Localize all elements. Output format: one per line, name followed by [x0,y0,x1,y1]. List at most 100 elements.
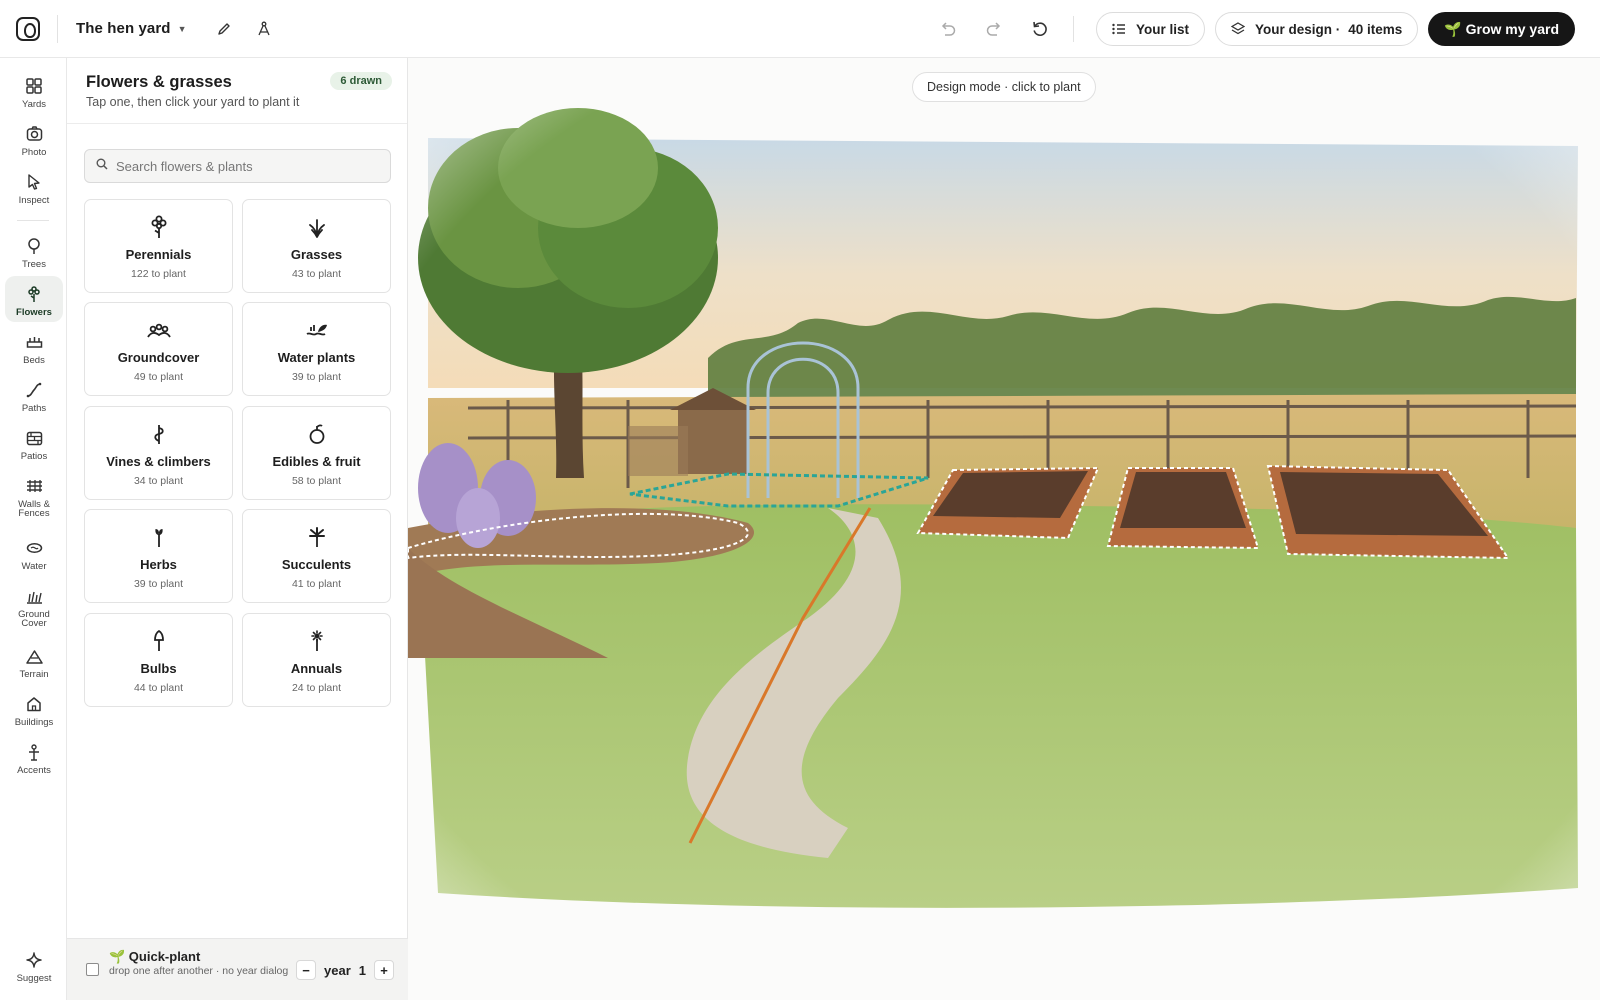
rail-item-inspect[interactable]: Inspect [5,164,63,212]
rail-item-paths[interactable]: Paths [5,372,63,420]
rail-item-walls-fences[interactable]: Walls & Fences [5,468,63,528]
category-count: 122 to plant [131,268,186,280]
category-count: 41 to plant [291,578,342,590]
category-name: Groundcover [117,350,200,365]
rail-item-ground-cover[interactable]: Ground Cover [5,578,63,638]
rail-label: Buildings [14,717,54,728]
search-box[interactable] [84,149,391,183]
terrain-icon [24,646,44,666]
rail-item-patios[interactable]: Patios [5,420,63,468]
flowers-panel: Flowers & grasses Tap one, then click yo… [67,58,408,1000]
category-card-edibles-fruit[interactable]: Edibles & fruit 58 to plant [242,406,391,500]
rail-label: Walls & Fences [18,499,50,519]
list-icon [1112,23,1126,35]
year-value: 1 [358,962,366,978]
perennial-icon [150,215,168,239]
category-count: 39 to plant [291,371,342,383]
quick-plant-checkbox[interactable] [86,963,99,976]
grass-icon [308,215,326,239]
groundcover-icon [24,586,44,606]
year-increment-button[interactable]: + [374,960,394,980]
app-logo-icon[interactable] [16,16,40,41]
rail-label: Inspect [18,195,50,206]
undo-icon[interactable] [931,12,965,46]
rail-item-beds[interactable]: Beds [5,324,63,372]
yard-selector[interactable]: The hen yard ▼ [76,20,186,37]
rail-label: Patios [20,451,48,462]
fruit-icon [308,422,326,446]
rail-item-suggest[interactable]: Suggest [5,942,63,990]
rail-label: Water [21,561,47,572]
category-count: 44 to plant [133,682,184,694]
rail-item-yards[interactable]: Yards [5,68,63,116]
fence-icon [24,476,44,496]
search-input[interactable] [116,158,376,174]
layers-icon [1231,22,1245,36]
rail-item-terrain[interactable]: Terrain [5,638,63,686]
rail-label: Terrain [19,669,49,680]
design-item-count: 40 items [1348,21,1403,37]
your-design-button[interactable]: Your design · 40 items [1215,12,1419,46]
rail-label: Paths [21,403,47,414]
category-card-groundcover[interactable]: Groundcover 49 to plant [84,302,233,396]
quick-plant-subtitle: drop one after another · no year dialog [109,965,289,977]
year-decrement-button[interactable]: − [296,960,317,980]
water-plant-icon [305,318,329,342]
panel-subtitle: Tap one, then click your yard to plant i… [86,95,300,109]
category-name: Annuals [290,661,343,676]
edit-pencil-icon[interactable] [210,15,238,43]
panel-header: Flowers & grasses Tap one, then click yo… [67,58,407,124]
category-name: Perennials [125,247,192,262]
vine-icon [151,422,167,446]
category-card-grasses[interactable]: Grasses 43 to plant [242,199,391,293]
yard-illustration [408,58,1600,1000]
category-name: Water plants [277,350,356,365]
rail-item-photo[interactable]: Photo [5,116,63,164]
category-name: Bulbs [140,661,177,676]
measure-compass-icon[interactable] [250,15,278,43]
flower-icon [24,284,44,304]
category-card-perennials[interactable]: Perennials 122 to plant [84,199,233,293]
category-card-succulents[interactable]: Succulents 41 to plant [242,509,391,603]
camera-icon [24,124,44,144]
rail-label: Photo [21,147,47,158]
rail-label: Flowers [16,307,52,318]
grow-my-yard-button[interactable]: 🌱 Grow my yard [1428,12,1575,46]
category-card-herbs[interactable]: Herbs 39 to plant [84,509,233,603]
rail-item-trees[interactable]: Trees [5,228,63,276]
herb-icon [151,525,167,549]
rail-item-flowers[interactable]: Flowers [5,276,63,322]
rail-label: Ground Cover [18,609,50,629]
year-stepper: − year 1 + [296,960,394,980]
accent-icon [24,742,44,762]
quick-plant-title: 🌱 Quick-plant [109,949,201,964]
category-card-bulbs[interactable]: Bulbs 44 to plant [84,613,233,707]
annual-icon [308,629,326,653]
rail-item-buildings[interactable]: Buildings [5,686,63,734]
grid-icon [24,76,44,96]
groundcover-icon [146,318,171,342]
succulent-icon [308,525,326,549]
redo-icon[interactable] [977,12,1011,46]
drawn-count-badge: 6 drawn [330,72,392,90]
reset-icon[interactable] [1023,12,1057,46]
rail-item-water[interactable]: Water [5,530,63,578]
water-icon [24,538,44,558]
top-bar: The hen yard ▼ Your list Your design · 4… [0,0,1600,58]
rail-item-accents[interactable]: Accents [5,734,63,782]
tree-icon [24,236,44,256]
rail-label: Beds [23,355,45,366]
your-list-button[interactable]: Your list [1095,12,1205,46]
yard-name: The hen yard [76,20,171,37]
category-name: Vines & climbers [106,454,211,469]
category-name: Succulents [281,557,352,572]
rail-label: Trees [22,259,46,270]
category-card-annuals[interactable]: Annuals 24 to plant [242,613,391,707]
category-count: 43 to plant [291,268,342,280]
yard-canvas[interactable]: Design mode · click to plant [408,58,1600,1000]
category-name: Herbs [140,557,177,572]
category-card-vines-climbers[interactable]: Vines & climbers 34 to plant [84,406,233,500]
category-count: 34 to plant [133,475,184,487]
category-name: Edibles & fruit [272,454,361,469]
category-card-water-plants[interactable]: Water plants 39 to plant [242,302,391,396]
